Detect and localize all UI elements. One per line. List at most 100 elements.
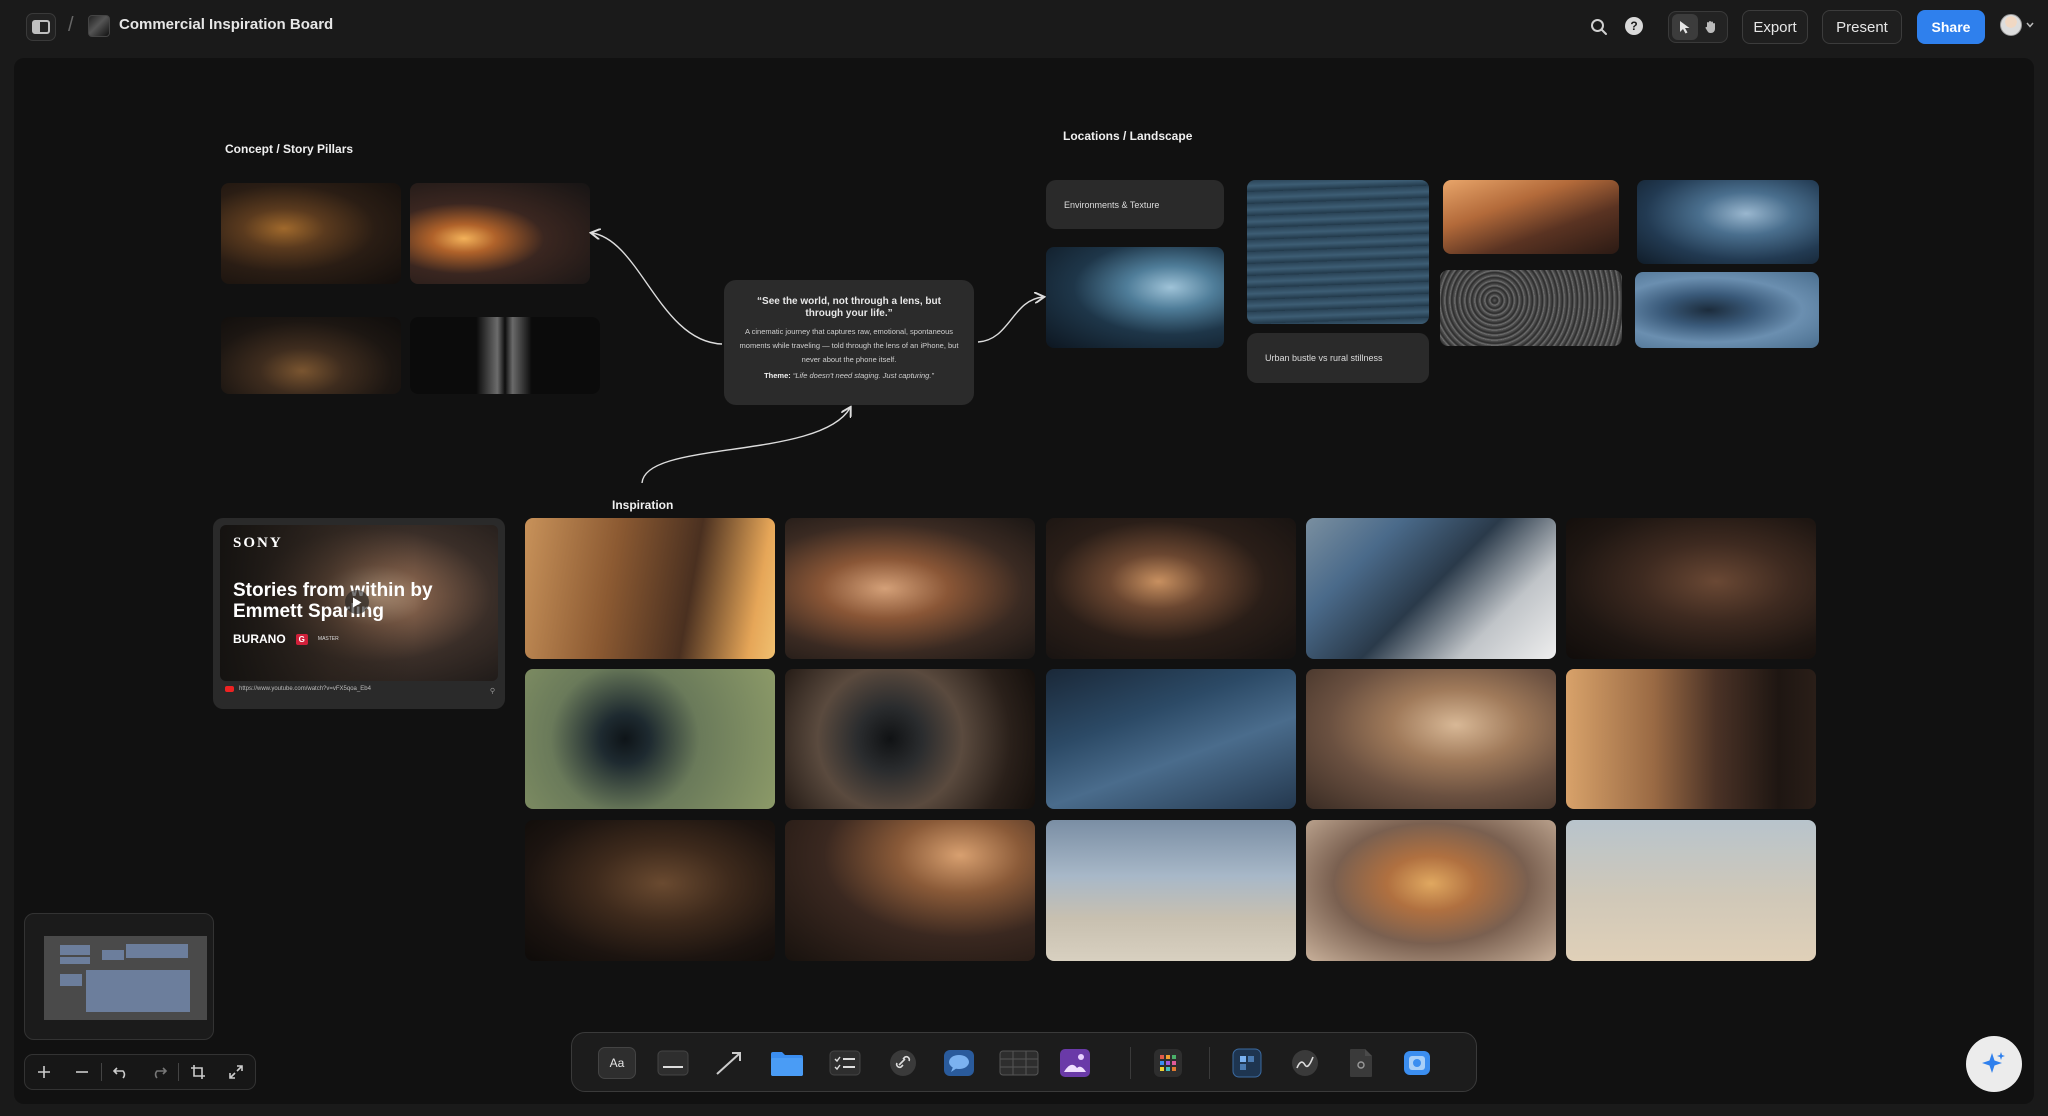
board-thumbnail[interactable]: [88, 15, 110, 37]
undo-button[interactable]: [102, 1055, 140, 1089]
zoom-controls: [24, 1054, 256, 1090]
image-tool-icon: [1060, 1049, 1090, 1077]
image-card-stupa-flags[interactable]: [1046, 820, 1296, 961]
video-url-row: https://www.youtube.com/watch?v=vFX5qoa_…: [225, 686, 371, 692]
present-button[interactable]: Present: [1822, 10, 1902, 44]
sparkle-icon: [1982, 1052, 2005, 1073]
board-icon: [1232, 1048, 1262, 1078]
apps-icon: [1154, 1049, 1182, 1077]
video-title: Stories from within by Emmett Sparling: [233, 580, 433, 622]
image-card-rain-glass[interactable]: [1637, 180, 1819, 264]
image-card-camera-rig[interactable]: [785, 669, 1035, 809]
sidebar-toggle-button[interactable]: [26, 13, 56, 41]
concept-quote-card[interactable]: “See the world, not through a lens, but …: [724, 280, 974, 405]
image-card-lens-closeup[interactable]: [525, 669, 775, 809]
sketch-button[interactable]: [1286, 1047, 1324, 1079]
section-label-locations[interactable]: Locations / Landscape: [1063, 129, 1192, 143]
file-button[interactable]: [1342, 1047, 1380, 1079]
breadcrumb-separator: /: [68, 14, 74, 36]
video-thumbnail[interactable]: SONY Stories from within by Emmett Sparl…: [220, 525, 498, 681]
todo-tool-button[interactable]: [826, 1047, 864, 1079]
sidebar-icon: [32, 20, 50, 34]
ai-assistant-button[interactable]: [1966, 1036, 2022, 1092]
expand-icon: [229, 1065, 243, 1079]
image-card-profile-silhouette[interactable]: [410, 317, 600, 394]
minimap-viewport[interactable]: [44, 936, 207, 1020]
image-card-child-ocean[interactable]: [1046, 669, 1296, 809]
image-card-photographer-smiling[interactable]: [785, 518, 1035, 659]
image-card-desert-dunes[interactable]: [1443, 180, 1619, 254]
comment-tool-button[interactable]: [940, 1047, 978, 1079]
chevron-down-icon[interactable]: [2025, 20, 2035, 30]
arrow-tool-icon: [716, 1052, 741, 1075]
toolbar-divider: [1209, 1047, 1210, 1079]
avatar[interactable]: [2000, 14, 2022, 36]
pointer-hand-toggle[interactable]: [1668, 11, 1728, 43]
image-card-puddle-reflection[interactable]: [1635, 272, 1819, 348]
image-card-crowd-backlit[interactable]: [1046, 518, 1296, 659]
minus-icon: [76, 1071, 89, 1073]
creation-toolbar: Aa: [571, 1032, 1477, 1092]
image-card-dreadlocks-portrait[interactable]: [1306, 820, 1556, 961]
image-card-woman-headscarf[interactable]: [1306, 669, 1556, 809]
pointer-icon[interactable]: [1672, 14, 1698, 40]
zoom-out-button[interactable]: [63, 1055, 101, 1089]
image-card-eye-closeup[interactable]: [1566, 518, 1816, 659]
video-product: BURANO: [233, 632, 286, 646]
upload-button[interactable]: [1398, 1047, 1436, 1079]
board-title[interactable]: Commercial Inspiration Board: [119, 16, 333, 33]
note-environments[interactable]: Environments & Texture: [1046, 180, 1224, 229]
image-card-fabric-closeup[interactable]: [525, 820, 775, 961]
image-card-ocean-waves[interactable]: [1247, 180, 1429, 324]
plus-icon: [38, 1066, 50, 1078]
link-icon[interactable]: ⚲: [490, 687, 495, 695]
image-card-prayer-wheels[interactable]: [1566, 669, 1816, 809]
fit-to-screen-button[interactable]: [179, 1055, 217, 1089]
crop-icon: [191, 1065, 205, 1079]
table-tool-button[interactable]: [998, 1047, 1040, 1079]
board-button[interactable]: [1228, 1047, 1266, 1079]
zoom-in-button[interactable]: [25, 1055, 63, 1089]
section-label-inspiration[interactable]: Inspiration: [612, 498, 673, 512]
image-tool-button[interactable]: [1056, 1047, 1094, 1079]
quote-theme: Theme: “Life doesn't need staging. Just …: [738, 371, 960, 380]
sketch-icon: [1292, 1050, 1318, 1076]
image-card-bus-window[interactable]: [1306, 518, 1556, 659]
redo-button[interactable]: [140, 1055, 178, 1089]
apps-button[interactable]: [1149, 1047, 1187, 1079]
image-card-city-trees[interactable]: [1046, 247, 1224, 348]
image-card-pebbles-texture[interactable]: [1440, 270, 1622, 346]
arrow-tool-button[interactable]: [710, 1047, 748, 1079]
fullscreen-button[interactable]: [217, 1055, 255, 1089]
image-card-street-scene[interactable]: [221, 317, 401, 394]
comment-tool-icon: [944, 1050, 974, 1076]
g-master-badge: G: [295, 633, 308, 645]
section-label-concept[interactable]: Concept / Story Pillars: [225, 142, 353, 156]
export-button[interactable]: Export: [1742, 10, 1808, 44]
image-card-woman-profile[interactable]: [1566, 820, 1816, 961]
video-product-line: BURANO G MASTER: [233, 632, 339, 646]
video-embed-card[interactable]: SONY Stories from within by Emmett Sparl…: [213, 518, 505, 709]
theme-label: Theme:: [764, 371, 791, 380]
folder-tool-button[interactable]: [768, 1047, 806, 1079]
quote-text: “See the world, not through a lens, but …: [757, 296, 941, 319]
theme-text: “Life doesn't need staging. Just capturi…: [792, 371, 934, 380]
play-icon[interactable]: [345, 590, 369, 614]
upload-icon: [1404, 1051, 1430, 1075]
card-tool-button[interactable]: [654, 1047, 692, 1079]
search-icon[interactable]: [1588, 16, 1610, 38]
help-icon[interactable]: ?: [1625, 17, 1643, 35]
file-icon: [1350, 1049, 1372, 1077]
text-tool-button[interactable]: Aa: [598, 1047, 636, 1079]
hand-icon[interactable]: [1698, 14, 1724, 40]
image-card-sunset-silhouette[interactable]: [410, 183, 590, 284]
image-card-alley-night[interactable]: [221, 183, 401, 284]
minimap[interactable]: [24, 913, 214, 1040]
link-tool-button[interactable]: [884, 1047, 922, 1079]
image-card-woman-golden-hour[interactable]: [525, 518, 775, 659]
table-tool-icon: [999, 1050, 1039, 1076]
share-button[interactable]: Share: [1917, 10, 1985, 44]
image-card-monks-temple[interactable]: [785, 820, 1035, 961]
video-url[interactable]: https://www.youtube.com/watch?v=vFX5qoa_…: [239, 686, 371, 692]
note-urban[interactable]: Urban bustle vs rural stillness: [1247, 333, 1429, 383]
